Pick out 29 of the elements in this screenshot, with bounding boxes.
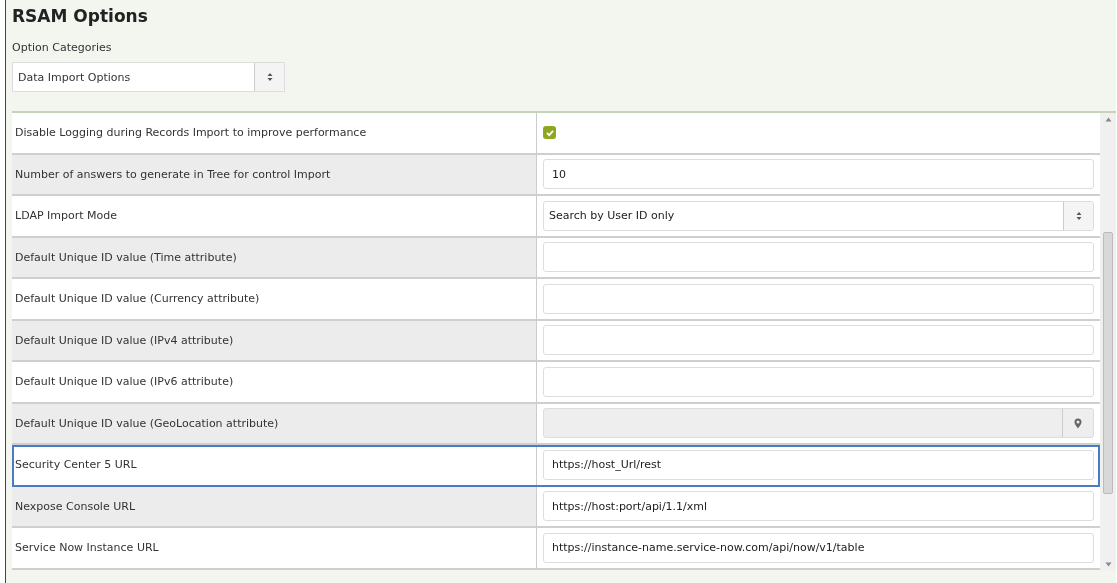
pin-icon <box>1074 417 1082 429</box>
down-arrow-icon[interactable] <box>1104 562 1112 567</box>
option-label: Disable Logging during Records Import to improve performance <box>12 113 537 153</box>
input-field[interactable]: https://host_Url/rest <box>543 449 1094 480</box>
category-select[interactable]: Data Import Options <box>12 62 285 92</box>
option-label: Default Unique ID value (Currency attribute) <box>12 279 537 319</box>
input-field[interactable]: 10 <box>543 159 1094 190</box>
input-field[interactable] <box>543 242 1094 273</box>
option-label: Default Unique ID value (IPv6 attribute) <box>12 362 537 402</box>
input-field[interactable]: https://instance-name.service-now.com/api/now/v1/table <box>543 532 1094 563</box>
input-field[interactable] <box>543 366 1094 397</box>
input-field[interactable]: https://host:port/api/1.1/xml <box>543 491 1094 522</box>
field-label: Option Categories <box>12 41 113 54</box>
option-label: Number of answers to generate in Tree for control Import <box>12 154 537 194</box>
dropdown[interactable]: Search by User ID only <box>543 200 1094 231</box>
input-field[interactable] <box>543 283 1094 314</box>
option-label: LDAP Import Mode <box>12 196 537 236</box>
option-label: Default Unique ID value (IPv4 attribute) <box>12 320 537 360</box>
option-label: Default Unique ID value (Time attribute) <box>12 237 537 277</box>
option-label: Default Unique ID value (GeoLocation attribute) <box>12 403 537 443</box>
option-label: Security Center 5 URL <box>12 445 537 485</box>
spinner-icon <box>254 63 284 91</box>
spinner-icon <box>1063 201 1093 230</box>
page-title: RSAM Options <box>12 6 149 28</box>
input-field[interactable] <box>543 325 1094 356</box>
option-label: Service Now Instance URL <box>12 528 537 568</box>
option-label: Nexpose Console URL <box>12 486 537 526</box>
up-arrow-icon[interactable] <box>1104 117 1112 122</box>
checkbox[interactable] <box>543 126 556 140</box>
